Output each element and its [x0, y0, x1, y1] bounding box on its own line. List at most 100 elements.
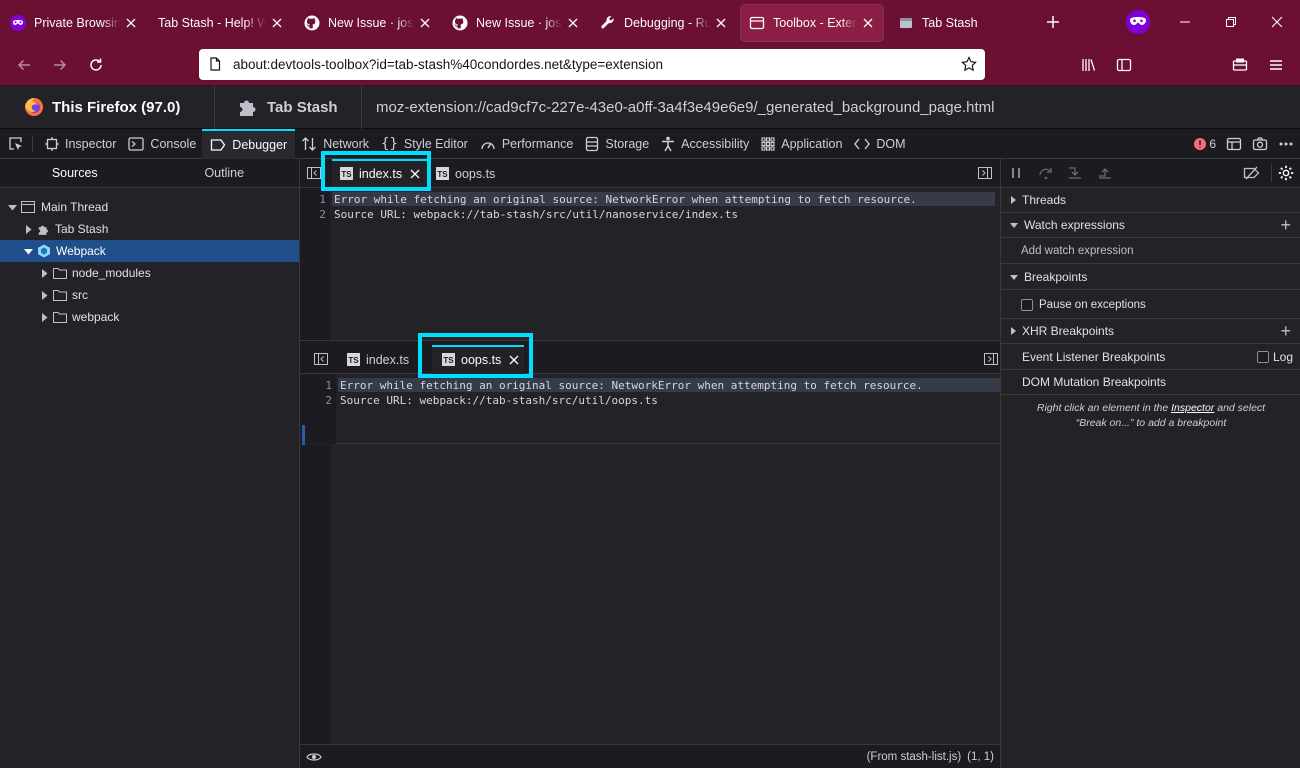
tab-application[interactable]: Application: [755, 129, 848, 159]
tab-inspector[interactable]: Inspector: [39, 129, 122, 159]
inspector-link[interactable]: Inspector: [1171, 402, 1214, 414]
browser-tab-tab-stash[interactable]: Tab Stash: [890, 5, 1030, 41]
close-icon[interactable]: [270, 16, 284, 30]
tree-item-main-thread[interactable]: Main Thread: [0, 196, 299, 218]
new-tab-button[interactable]: [1040, 9, 1066, 35]
tab-accessibility[interactable]: Accessibility: [655, 129, 755, 159]
element-picker-icon: [9, 136, 22, 150]
tab-debugger[interactable]: Debugger: [202, 128, 296, 159]
tree-item-tab-stash[interactable]: Tab Stash: [0, 218, 299, 240]
pause-on-exceptions-row[interactable]: Pause on exceptions: [1001, 291, 1300, 319]
toggle-sources-button[interactable]: [307, 167, 321, 179]
toggle-sources-button[interactable]: [314, 353, 328, 365]
console-icon: [128, 136, 145, 151]
add-watch-expression-input[interactable]: Add watch expression: [1001, 239, 1300, 264]
close-icon[interactable]: [861, 16, 875, 30]
minimize-button[interactable]: [1162, 0, 1208, 44]
tab-label: Style Editor: [403, 136, 468, 151]
browser-tab-new-issue-2[interactable]: New Issue · josh-: [444, 5, 588, 41]
threads-header[interactable]: Threads: [1001, 188, 1300, 213]
typescript-file-icon: TS: [347, 353, 360, 366]
tab-label: Performance: [501, 136, 574, 151]
close-icon[interactable]: [714, 16, 728, 30]
plus-icon[interactable]: +: [1280, 322, 1291, 340]
close-icon[interactable]: [566, 16, 580, 30]
scroll-marker: [302, 425, 305, 445]
bookmark-star-icon[interactable]: [961, 56, 977, 72]
sources-panel: Sources Outline Main Thread Tab Stash We…: [0, 159, 300, 768]
source-tab-oops-ts[interactable]: TS oops.ts: [428, 159, 508, 188]
more-options-button[interactable]: [1278, 136, 1294, 152]
code-brackets-icon: [854, 137, 871, 151]
code-line: Error while fetching an original source:…: [334, 193, 917, 206]
chevron-down-icon: [7, 203, 17, 212]
tab-console[interactable]: Console: [122, 129, 202, 159]
toggle-panes-button[interactable]: [984, 353, 998, 365]
target-url: moz-extension://cad9cf7c-227e-43e0-a0ff-…: [376, 98, 995, 116]
tab-dom[interactable]: DOM: [848, 129, 911, 159]
hamburger-menu-icon: [1270, 60, 1282, 70]
browser-tab-toolbox[interactable]: Toolbox - Extensi: [741, 4, 883, 41]
checkbox-label: Log: [1272, 350, 1293, 364]
close-icon[interactable]: [418, 16, 432, 30]
back-button[interactable]: [10, 51, 38, 79]
deactivate-breakpoints-button[interactable]: [1243, 166, 1261, 180]
source-map-info[interactable]: (From stash-list.js): [867, 751, 962, 763]
hint-text: Right click an element in the: [1036, 402, 1172, 414]
tab-title: New Issue · josh-: [476, 15, 562, 30]
step-over-button[interactable]: [1038, 166, 1054, 180]
extension-tabstash-button[interactable]: [1226, 51, 1254, 79]
watch-expressions-header[interactable]: Watch expressions +: [1001, 213, 1300, 238]
browser-tab-private-browsing[interactable]: Private Browsing: [2, 5, 146, 41]
close-window-button[interactable]: [1254, 0, 1300, 44]
tree-item-webpack-folder[interactable]: webpack: [0, 306, 299, 328]
element-picker-button[interactable]: [0, 129, 32, 159]
step-in-button[interactable]: [1067, 166, 1083, 180]
log-checkbox[interactable]: [1256, 351, 1269, 363]
screenshot-button[interactable]: [1252, 136, 1268, 152]
tree-item-node-modules[interactable]: node_modules: [0, 262, 299, 284]
split-panel-icon: [1226, 137, 1242, 151]
source-tab-index-ts[interactable]: TS index.ts: [340, 345, 424, 374]
tab-label: Storage: [605, 136, 650, 151]
tab-storage[interactable]: Storage: [579, 129, 655, 159]
tab-sources[interactable]: Sources: [0, 159, 150, 187]
browser-tab-new-issue-1[interactable]: New Issue · josh-: [296, 5, 440, 41]
forward-button[interactable]: [46, 51, 74, 79]
address-bar[interactable]: about:devtools-toolbox?id=tab-stash%40co…: [199, 49, 985, 80]
menu-button[interactable]: [1262, 51, 1290, 79]
breakpoints-header[interactable]: Breakpoints: [1001, 265, 1300, 290]
error-count-badge[interactable]: 6: [1194, 137, 1216, 151]
tree-item-webpack[interactable]: Webpack: [0, 240, 299, 262]
arrow-right-icon: [54, 59, 67, 71]
tab-outline[interactable]: Outline: [150, 159, 300, 187]
application-grid-icon: [761, 136, 775, 151]
extension-info: Tab Stash: [215, 86, 361, 129]
tab-performance[interactable]: Performance: [474, 129, 580, 159]
plus-icon[interactable]: +: [1280, 216, 1291, 234]
private-browsing-indicator-icon: [1126, 10, 1150, 34]
split-console-button[interactable]: [1226, 136, 1242, 152]
reload-button[interactable]: [82, 51, 110, 79]
xhr-breakpoints-header[interactable]: XHR Breakpoints +: [1001, 319, 1300, 344]
event-listener-breakpoints-header[interactable]: Event Listener Breakpoints Log: [1001, 345, 1300, 370]
editor-footer: (From stash-list.js) (1, 1): [300, 744, 1000, 768]
pause-button[interactable]: [1011, 167, 1021, 179]
browser-tab-debugging[interactable]: Debugging - Run: [592, 5, 736, 41]
pause-on-exceptions-checkbox[interactable]: [1021, 298, 1033, 311]
sidebar-button[interactable]: [1110, 51, 1138, 79]
close-icon[interactable]: [124, 16, 138, 30]
dom-mutation-breakpoints-header[interactable]: DOM Mutation Breakpoints: [1001, 370, 1300, 395]
tree-item-src[interactable]: src: [0, 284, 299, 306]
restore-button[interactable]: [1208, 0, 1254, 44]
step-out-button[interactable]: [1097, 166, 1113, 180]
debugger-settings-button[interactable]: [1278, 165, 1294, 181]
section-label: Watch expressions: [1024, 218, 1125, 232]
tab-label: Network: [323, 136, 370, 151]
chevron-right-icon: [1011, 327, 1016, 335]
browser-tab-tab-stash-help[interactable]: Tab Stash - Help! Wh: [150, 5, 292, 41]
library-button[interactable]: [1075, 51, 1103, 79]
eye-icon[interactable]: [306, 751, 322, 763]
source-tabs-secondary: TS index.ts TS oops.ts: [300, 345, 1006, 374]
toggle-panes-button[interactable]: [978, 167, 992, 179]
